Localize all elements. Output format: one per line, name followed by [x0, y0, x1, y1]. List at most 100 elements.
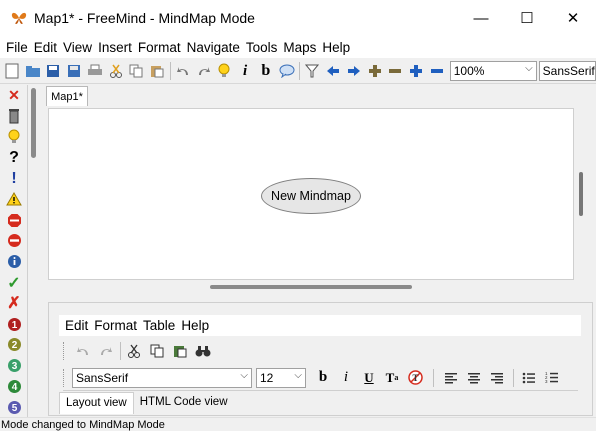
chevron-down-icon: ⌵: [240, 369, 248, 381]
paste-icon[interactable]: [147, 61, 167, 81]
menu-help[interactable]: Help: [319, 40, 353, 55]
toolbar-grip[interactable]: [63, 342, 66, 360]
toolbar-separator: [170, 62, 171, 80]
maximize-button[interactable]: ☐: [504, 0, 550, 36]
minimize-button[interactable]: —: [458, 0, 504, 36]
zoom-select[interactable]: 100% ⌵: [449, 61, 537, 81]
editor-toolbar-edit: [63, 340, 215, 362]
tab-html-code-view[interactable]: HTML Code view: [134, 392, 234, 414]
priority-1-icon[interactable]: 1: [2, 314, 26, 335]
font-select[interactable]: SansSerif: [538, 61, 596, 81]
priority-3-icon[interactable]: 3: [2, 355, 26, 376]
warning-icon[interactable]: [2, 189, 26, 210]
idea-bulb-icon[interactable]: [214, 61, 234, 81]
trash-icon[interactable]: [2, 106, 26, 127]
unfold-plus-icon[interactable]: [365, 61, 385, 81]
italic-icon[interactable]: i: [235, 61, 255, 81]
open-folder-icon[interactable]: [23, 61, 43, 81]
menu-view[interactable]: View: [60, 40, 95, 55]
zoom-in-icon[interactable]: [406, 61, 426, 81]
new-file-icon[interactable]: [2, 61, 22, 81]
tab-layout-view[interactable]: Layout view: [59, 392, 134, 414]
editor-menu-table[interactable]: Table: [140, 318, 178, 333]
zoom-value: 100%: [453, 64, 485, 78]
svg-text:1: 1: [11, 320, 17, 331]
redo-icon[interactable]: [194, 61, 214, 81]
question-icon[interactable]: ?: [2, 147, 26, 168]
print-icon[interactable]: [85, 61, 105, 81]
toolbar-grip[interactable]: [63, 368, 66, 387]
menu-file[interactable]: File: [3, 40, 31, 55]
save-as-icon[interactable]: [64, 61, 84, 81]
menu-format[interactable]: Format: [135, 40, 184, 55]
redo-icon[interactable]: [95, 340, 117, 362]
editor-size-select[interactable]: 12 ⌵: [256, 367, 306, 388]
cut-icon[interactable]: [106, 61, 126, 81]
priority-4-icon[interactable]: 4: [2, 376, 26, 397]
close-button[interactable]: ✕: [550, 0, 596, 36]
copy-icon[interactable]: [146, 340, 168, 362]
cloud-icon[interactable]: [277, 61, 297, 81]
fold-minus-icon[interactable]: [385, 61, 405, 81]
remove-icon-x[interactable]: ✕: [2, 85, 26, 106]
info-icon[interactable]: [2, 251, 26, 272]
save-icon[interactable]: [44, 61, 64, 81]
palette-scrollbar[interactable]: [31, 88, 36, 158]
menu-maps[interactable]: Maps: [280, 40, 319, 55]
menu-navigate[interactable]: Navigate: [184, 40, 243, 55]
tab-map1[interactable]: Map1*: [46, 86, 88, 106]
undo-icon[interactable]: [72, 340, 94, 362]
cut-icon[interactable]: [123, 340, 145, 362]
bold-icon[interactable]: b: [256, 61, 276, 81]
chevron-down-icon: ⌵: [525, 63, 533, 74]
arrow-right-icon[interactable]: [344, 61, 364, 81]
numbered-list-icon[interactable]: 123: [541, 367, 563, 389]
find-binoculars-icon[interactable]: [192, 340, 214, 362]
clear-format-icon[interactable]: T: [404, 367, 426, 389]
no-entry-icon[interactable]: [2, 231, 26, 252]
root-node[interactable]: New Mindmap: [261, 178, 361, 214]
undo-icon[interactable]: [173, 61, 193, 81]
status-bar: Mode changed to MindMap Mode: [0, 417, 596, 431]
editor-menu-format[interactable]: Format: [91, 318, 140, 333]
align-left-icon[interactable]: [440, 367, 462, 389]
italic-icon[interactable]: i: [335, 367, 357, 389]
check-icon[interactable]: ✓: [2, 272, 26, 293]
mindmap-canvas[interactable]: New Mindmap: [48, 108, 574, 280]
underline-icon[interactable]: U: [358, 367, 380, 389]
text-color-icon[interactable]: Ta: [381, 367, 403, 389]
editor-view-tabs: Layout view HTML Code view: [59, 392, 234, 414]
menu-insert[interactable]: Insert: [95, 40, 135, 55]
canvas-vertical-scrollbar[interactable]: [579, 172, 583, 216]
menu-edit[interactable]: Edit: [31, 40, 60, 55]
filter-icon[interactable]: [302, 61, 322, 81]
idea-icon[interactable]: [2, 127, 26, 148]
svg-text:T: T: [412, 373, 418, 383]
canvas-horizontal-scrollbar[interactable]: [210, 285, 412, 289]
priority-2-icon[interactable]: 2: [2, 335, 26, 356]
menu-tools[interactable]: Tools: [243, 40, 281, 55]
priority-5-icon[interactable]: 5: [2, 397, 26, 418]
toolbar-separator: [433, 368, 434, 387]
paste-icon[interactable]: [169, 340, 191, 362]
arrow-left-icon[interactable]: [323, 61, 343, 81]
map-tabs: Map1*: [46, 86, 586, 106]
stop-icon[interactable]: [2, 210, 26, 231]
exclamation-icon[interactable]: !: [2, 168, 26, 189]
cross-icon[interactable]: ✗: [2, 293, 26, 314]
svg-text:3: 3: [545, 379, 548, 384]
bullet-list-icon[interactable]: [518, 367, 540, 389]
icon-palette: ✕ ? ! ✓ ✗ 1 2 3 4 5: [0, 85, 28, 418]
editor-menu-help[interactable]: Help: [178, 318, 212, 333]
align-center-icon[interactable]: [463, 367, 485, 389]
svg-text:3: 3: [11, 361, 17, 372]
align-right-icon[interactable]: [486, 367, 508, 389]
note-editor: Edit Format Table Help SansSerif ⌵ 12 ⌵ …: [48, 302, 593, 416]
editor-font-select[interactable]: SansSerif ⌵: [72, 367, 252, 388]
svg-text:5: 5: [11, 403, 17, 414]
svg-text:2: 2: [11, 340, 17, 351]
editor-menu-edit[interactable]: Edit: [62, 318, 91, 333]
zoom-out-icon[interactable]: [427, 61, 447, 81]
copy-icon[interactable]: [127, 61, 147, 81]
bold-icon[interactable]: b: [312, 367, 334, 389]
